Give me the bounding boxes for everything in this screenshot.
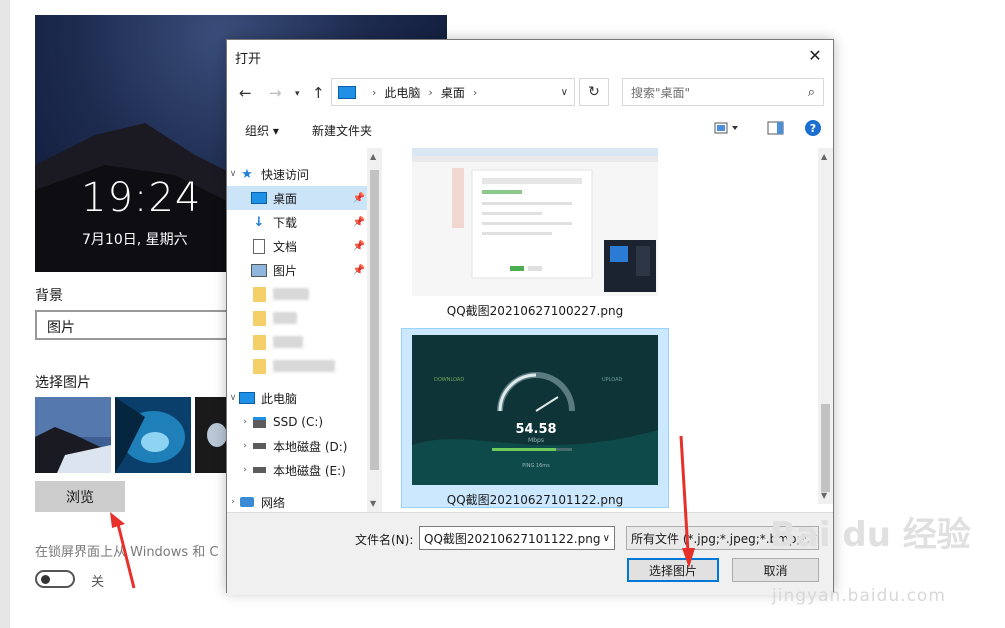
watermark-url: jingyan.baidu.com [772, 586, 946, 606]
red-arrow-browse [110, 512, 136, 589]
red-arrow-select [679, 435, 695, 568]
watermark-logo: Bai du 经验 [770, 515, 971, 555]
